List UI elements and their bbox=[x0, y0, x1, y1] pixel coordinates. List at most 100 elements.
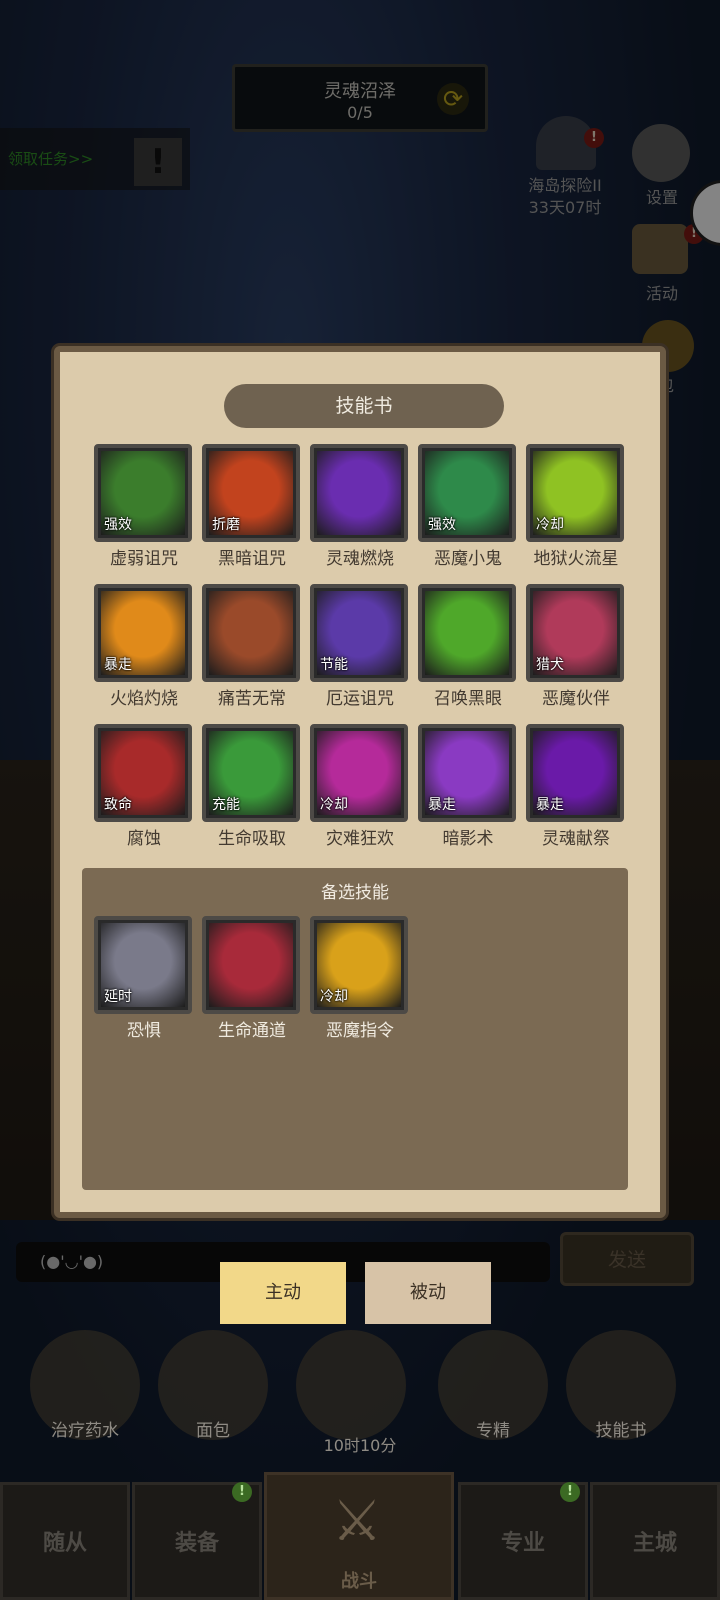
skill-card[interactable]: 猎犬恶魔伙伴 bbox=[526, 584, 626, 712]
reserve-title: 备选技能 bbox=[321, 883, 389, 903]
skill-tile[interactable]: 暴走 bbox=[94, 584, 192, 682]
nav-label: 主城 bbox=[632, 1531, 677, 1556]
nav-city[interactable]: 主城 bbox=[590, 1482, 720, 1600]
skill-tile[interactable]: 冷却 bbox=[526, 444, 624, 542]
tab-passive-skills[interactable]: 被动 bbox=[365, 1262, 491, 1324]
skill-tag: 延时 bbox=[104, 989, 132, 1005]
skill-tile[interactable]: 冷却 bbox=[310, 724, 408, 822]
profession-badge: ! bbox=[560, 1482, 580, 1502]
skill-tag: 强效 bbox=[428, 517, 456, 533]
skill-tile[interactable]: 猎犬 bbox=[526, 584, 624, 682]
skill-name: 地狱火流星 bbox=[533, 549, 619, 569]
skill-card[interactable]: 暴走火焰灼烧 bbox=[94, 584, 194, 712]
nav-followers[interactable]: 随从 bbox=[0, 1482, 130, 1600]
skill-tag: 冷却 bbox=[320, 989, 348, 1005]
skill-name: 灵魂燃烧 bbox=[326, 549, 394, 569]
skill-card[interactable]: 冷却恶魔指令 bbox=[310, 916, 410, 1044]
skill-name: 火焰灼烧 bbox=[110, 689, 178, 709]
skill-name: 恐惧 bbox=[127, 1021, 161, 1041]
action-bread[interactable]: 面包 bbox=[158, 1330, 268, 1441]
tab-active-skills[interactable]: 主动 bbox=[220, 1262, 346, 1324]
skill-tag: 折磨 bbox=[212, 517, 240, 533]
skill-name: 恶魔指令 bbox=[326, 1021, 394, 1041]
skill-card[interactable]: 痛苦无常 bbox=[202, 584, 302, 712]
skill-name: 痛苦无常 bbox=[218, 689, 286, 709]
action-label: 技能书 bbox=[595, 1421, 647, 1441]
skill-tile[interactable]: 延时 bbox=[94, 916, 192, 1014]
skill-name: 黑暗诅咒 bbox=[218, 549, 286, 569]
skill-card[interactable]: 折磨黑暗诅咒 bbox=[202, 444, 302, 572]
skill-name: 恶魔小鬼 bbox=[434, 549, 502, 569]
skill-card[interactable]: 节能厄运诅咒 bbox=[310, 584, 410, 712]
skill-name: 虚弱诅咒 bbox=[110, 549, 178, 569]
action-potion[interactable]: 治疗药水 bbox=[30, 1330, 140, 1441]
nav-battle[interactable]: ⚔ 战斗 bbox=[264, 1472, 454, 1600]
chest-icon bbox=[296, 1330, 406, 1440]
skill-tag: 强效 bbox=[104, 517, 132, 533]
dialog-title: 技能书 bbox=[224, 384, 504, 428]
nav-label: 专业 bbox=[500, 1531, 545, 1556]
skill-card[interactable]: 致命腐蚀 bbox=[94, 724, 194, 852]
scream-icon bbox=[209, 591, 293, 675]
skill-tag: 冷却 bbox=[536, 517, 564, 533]
skill-book-dialog: 技能书 强效 虚弱诅咒 折磨 黑暗诅咒 灵魂燃烧 强效 恶魔小鬼 冷却 地狱火流星 暴走 火焰灼烧痛… bbox=[54, 346, 666, 1218]
eye-demon-icon bbox=[425, 591, 509, 675]
skill-name: 灵魂献祭 bbox=[542, 829, 610, 849]
action-label: 专精 bbox=[476, 1421, 510, 1441]
skill-tag: 冷却 bbox=[320, 797, 348, 813]
skill-tile[interactable]: 强效 bbox=[94, 444, 192, 542]
skill-name: 恶魔伙伴 bbox=[542, 689, 610, 709]
skill-tag: 猎犬 bbox=[536, 657, 564, 673]
skill-card[interactable]: 生命通道 bbox=[202, 916, 302, 1044]
skill-tile[interactable] bbox=[418, 584, 516, 682]
skill-name: 生命通道 bbox=[218, 1021, 286, 1041]
life-channel-icon bbox=[209, 923, 293, 1007]
skill-name: 腐蚀 bbox=[127, 829, 161, 849]
nav-label: 装备 bbox=[174, 1531, 219, 1556]
skill-tile[interactable]: 节能 bbox=[310, 584, 408, 682]
skill-card[interactable]: 充能生命吸取 bbox=[202, 724, 302, 852]
skill-tile[interactable]: 暴走 bbox=[418, 724, 516, 822]
action-specialty[interactable]: 专精 bbox=[438, 1330, 548, 1441]
skill-card[interactable]: 暴走暗影术 bbox=[418, 724, 518, 852]
skill-name: 厄运诅咒 bbox=[326, 689, 394, 709]
skill-tag: 致命 bbox=[104, 797, 132, 813]
action-chest[interactable] bbox=[296, 1330, 406, 1440]
skill-name: 召唤黑眼 bbox=[434, 689, 502, 709]
chest-timer: 10时10分 bbox=[323, 1436, 397, 1455]
skill-tag: 暴走 bbox=[104, 657, 132, 673]
skill-tile[interactable] bbox=[202, 584, 300, 682]
skill-tag: 节能 bbox=[320, 657, 348, 673]
skill-tile[interactable]: 致命 bbox=[94, 724, 192, 822]
skill-card[interactable]: 强效虚弱诅咒 bbox=[94, 444, 194, 572]
reserve-skills-panel: 备选技能 延时 恐惧 生命通道 冷却 恶魔指令 bbox=[82, 868, 628, 1190]
skill-tag: 充能 bbox=[212, 797, 240, 813]
skill-tile[interactable]: 折磨 bbox=[202, 444, 300, 542]
skill-card[interactable]: 强效恶魔小鬼 bbox=[418, 444, 518, 572]
skill-tile[interactable]: 充能 bbox=[202, 724, 300, 822]
skill-name: 生命吸取 bbox=[218, 829, 286, 849]
skill-name: 灾难狂欢 bbox=[326, 829, 394, 849]
skill-tile[interactable]: 冷却 bbox=[310, 916, 408, 1014]
equipment-badge: ! bbox=[232, 1482, 252, 1502]
skill-card[interactable]: 冷却 地狱火流星 bbox=[526, 444, 626, 572]
nav-label: 随从 bbox=[42, 1531, 87, 1556]
skill-tile[interactable] bbox=[310, 444, 408, 542]
skill-card[interactable]: 灵魂燃烧 bbox=[310, 444, 410, 572]
skill-card[interactable]: 暴走灵魂献祭 bbox=[526, 724, 626, 852]
action-label: 治疗药水 bbox=[51, 1421, 119, 1441]
skill-tile[interactable] bbox=[202, 916, 300, 1014]
action-label: 面包 bbox=[196, 1421, 230, 1441]
skill-card[interactable]: 延时恐惧 bbox=[94, 916, 194, 1044]
skill-tag: 暴走 bbox=[536, 797, 564, 813]
skill-card[interactable]: 召唤黑眼 bbox=[418, 584, 518, 712]
skull-flame-icon bbox=[317, 451, 401, 535]
nav-label: 战斗 bbox=[341, 1571, 377, 1592]
skill-card[interactable]: 冷却灾难狂欢 bbox=[310, 724, 410, 852]
action-skillbook[interactable]: 技能书 bbox=[566, 1330, 676, 1441]
skill-tile[interactable]: 暴走 bbox=[526, 724, 624, 822]
skill-tile[interactable]: 强效 bbox=[418, 444, 516, 542]
skill-tag: 暴走 bbox=[428, 797, 456, 813]
skill-name: 暗影术 bbox=[442, 829, 494, 849]
crossed-swords-icon: ⚔ bbox=[331, 1489, 383, 1554]
